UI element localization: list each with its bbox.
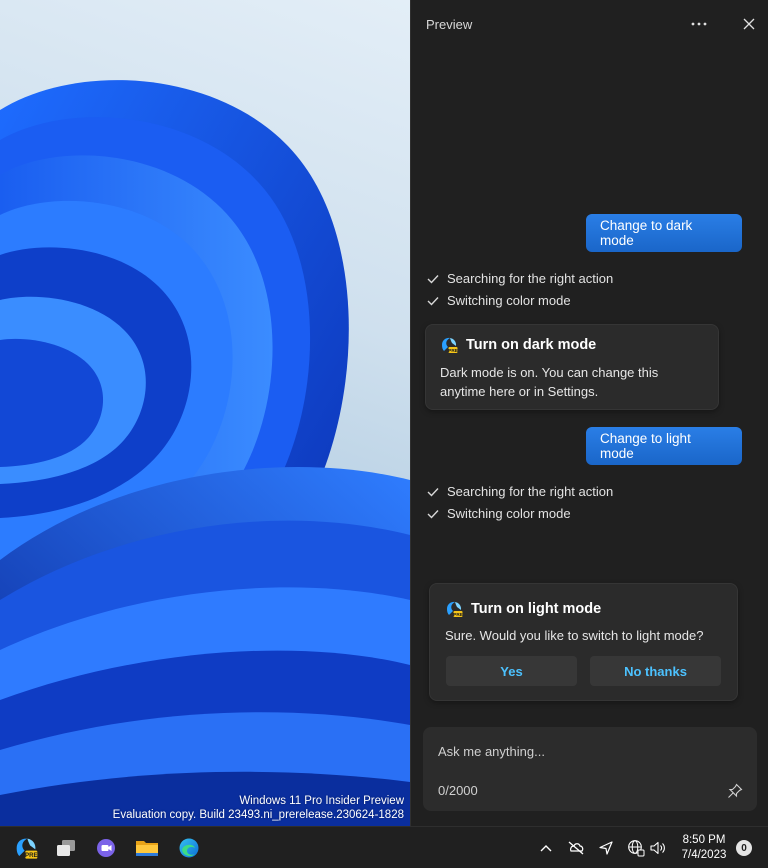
watermark-build: Evaluation copy. Build 23493.ni_prerelea… — [112, 809, 404, 821]
character-count: 0/2000 — [438, 783, 478, 798]
more-options-button[interactable] — [687, 12, 711, 36]
yes-button[interactable]: Yes — [446, 656, 577, 686]
status-item: Switching color mode — [427, 293, 571, 308]
card-body: Dark mode is on. You can change this any… — [440, 365, 659, 399]
card-title: Turn on dark mode — [466, 337, 597, 353]
close-icon — [743, 18, 755, 30]
svg-text:PRE: PRE — [448, 348, 457, 353]
card-header: PRE Turn on light mode — [445, 600, 601, 618]
user-message: Change to light mode — [586, 427, 742, 465]
language-globe-icon — [628, 840, 645, 857]
taskbar-copilot-button[interactable]: PRE — [10, 832, 42, 864]
status-text: Switching color mode — [447, 506, 571, 521]
status-item: Switching color mode — [427, 506, 571, 521]
network-status-button[interactable] — [566, 838, 586, 858]
volume-button[interactable] — [648, 838, 668, 858]
copilot-panel: Preview Change to dark mode Searching fo… — [410, 0, 768, 826]
file-explorer-icon — [136, 841, 158, 856]
taskbar-chat-button[interactable] — [90, 832, 122, 864]
pin-icon — [728, 783, 743, 798]
status-text: Searching for the right action — [447, 484, 614, 499]
teams-chat-icon — [97, 839, 115, 857]
edge-icon — [179, 838, 199, 858]
task-view-icon — [57, 840, 75, 856]
panel-header: Preview — [411, 0, 768, 48]
location-icon — [599, 841, 613, 855]
checkmark-icon — [427, 296, 439, 306]
windows-watermark: Windows 11 Pro Insider Preview Evaluatio… — [113, 794, 404, 822]
language-button[interactable] — [626, 838, 646, 858]
svg-text:PRE: PRE — [453, 612, 462, 617]
copilot-logo-icon: PRE — [447, 601, 463, 617]
volume-icon — [650, 841, 665, 855]
chevron-up-icon — [540, 845, 552, 852]
desktop-wallpaper: Windows 11 Pro Insider Preview Evaluatio… — [0, 0, 410, 826]
status-text: Switching color mode — [447, 293, 571, 308]
taskbar-task-view-button[interactable] — [50, 832, 82, 864]
show-hidden-icons-button[interactable] — [536, 838, 556, 858]
taskbar-edge-button[interactable] — [173, 832, 205, 864]
card-body: Sure. Would you like to switch to light … — [445, 628, 704, 643]
chat-composer: 0/2000 — [423, 727, 757, 811]
clock-date: 7/4/2023 — [681, 849, 727, 861]
copilot-pre-icon: PRE — [16, 838, 38, 859]
notification-center-button[interactable]: 0 — [736, 840, 752, 856]
response-card-dark-mode: PRE Turn on dark mode Dark mode is on. Y… — [425, 324, 719, 410]
status-text: Searching for the right action — [447, 271, 614, 286]
close-button[interactable] — [737, 12, 761, 36]
checkmark-icon — [427, 509, 439, 519]
bloom-wallpaper-graphic — [0, 80, 410, 826]
user-message-text: Change to light mode — [600, 431, 691, 461]
user-message-text: Change to dark mode — [600, 218, 693, 248]
network-off-icon — [568, 841, 584, 855]
no-thanks-button[interactable]: No thanks — [590, 656, 721, 686]
checkmark-icon — [427, 274, 439, 284]
card-header: PRE Turn on dark mode — [440, 336, 596, 354]
chat-input[interactable] — [438, 741, 738, 761]
copilot-logo-icon: PRE — [442, 337, 458, 353]
more-horizontal-icon — [691, 22, 707, 26]
status-item: Searching for the right action — [427, 484, 613, 499]
pin-button[interactable] — [724, 780, 746, 802]
taskbar-file-explorer-button[interactable] — [131, 832, 163, 864]
user-message: Change to dark mode — [586, 214, 742, 252]
checkmark-icon — [427, 487, 439, 497]
card-title: Turn on light mode — [471, 601, 602, 617]
watermark-edition: Windows 11 Pro Insider Preview — [239, 795, 404, 807]
clock-time: 8:50 PM — [682, 834, 726, 846]
location-button[interactable] — [596, 838, 616, 858]
taskbar-clock[interactable]: 8:50 PM 7/4/2023 — [676, 833, 732, 863]
svg-text:PRE: PRE — [25, 852, 38, 859]
taskbar: PRE 8:50 PM 7/4/2023 0 — [0, 826, 768, 868]
response-card-light-mode: PRE Turn on light mode Sure. Would you l… — [429, 583, 738, 701]
status-item: Searching for the right action — [427, 271, 613, 286]
panel-title: Preview — [426, 17, 473, 32]
